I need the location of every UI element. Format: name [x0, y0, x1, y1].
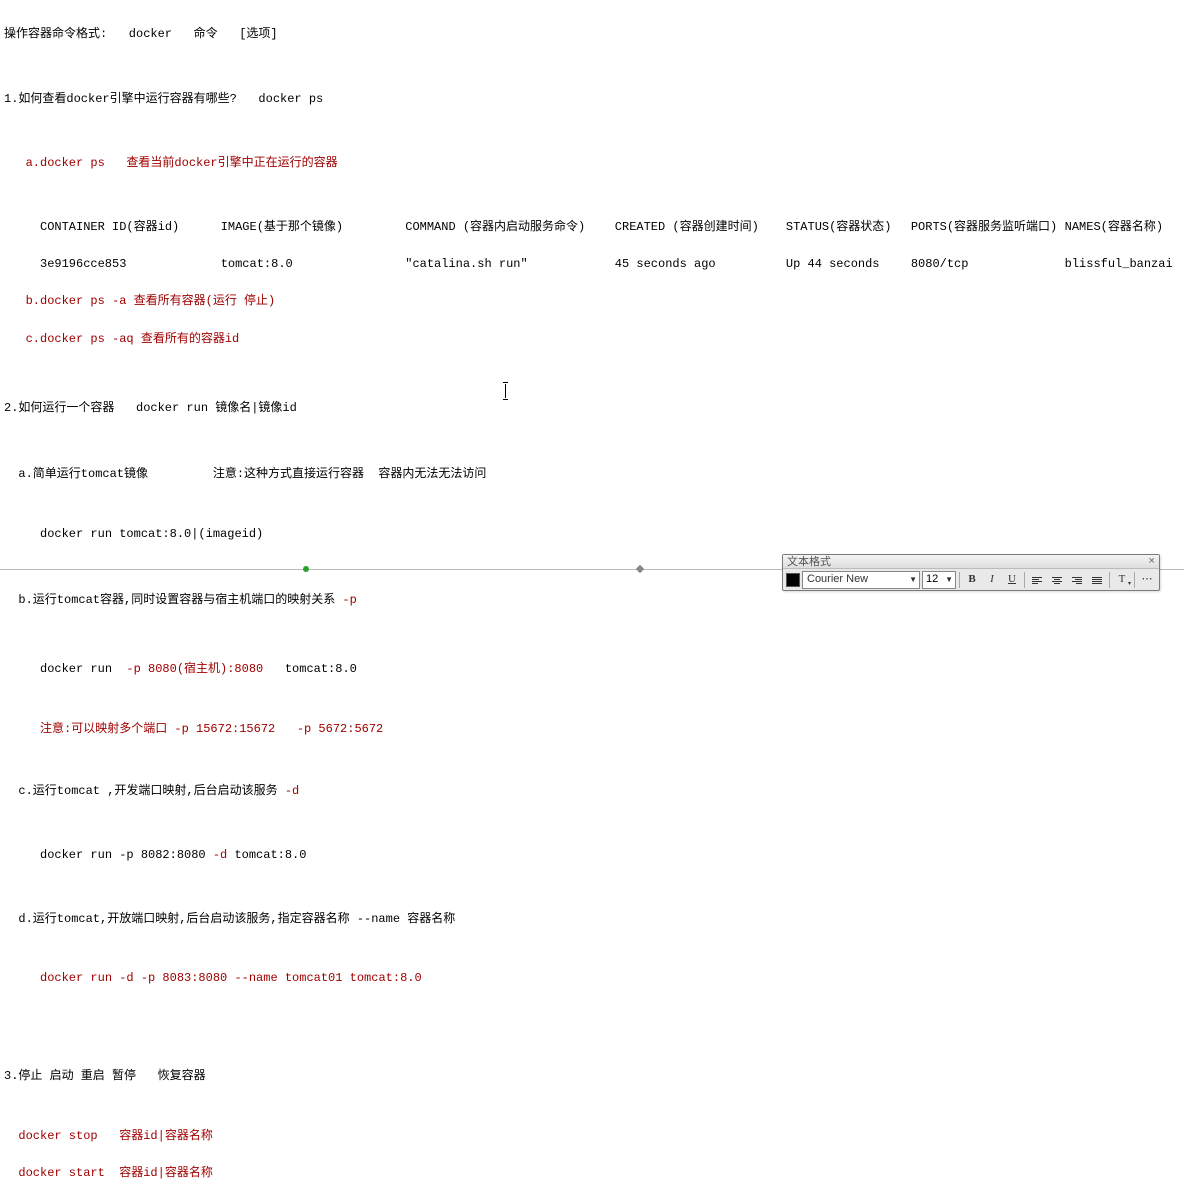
font-family-value: Courier New	[807, 571, 868, 588]
font-size-dropdown[interactable]: 12 ▼	[922, 571, 956, 589]
text-line: docker start 容器id|容器名称	[4, 1164, 1180, 1183]
separator	[959, 572, 960, 588]
text-color-button[interactable]: T▾	[1113, 571, 1131, 589]
text-line: 操作容器命令格式: docker 命令 [选项]	[4, 25, 1180, 44]
col-command: COMMAND (容器内启动服务命令)	[405, 218, 615, 237]
text-line: docker run -p 8082:8080 -d tomcat:8.0	[4, 846, 1180, 865]
text-line: c.docker ps -aq 查看所有的容器id	[4, 330, 1180, 349]
col-container-id: CONTAINER ID(容器id)	[40, 218, 221, 237]
italic-button[interactable]: I	[983, 571, 1001, 589]
ruler-marker[interactable]	[303, 566, 309, 572]
text-line: a.简单运行tomcat镜像 注意:这种方式直接运行容器 容器内无法无法访问	[4, 465, 1180, 484]
text-line: d.运行tomcat,开放端口映射,后台启动该服务,指定容器名称 --name …	[4, 910, 1180, 929]
col-status: STATUS(容器状态)	[786, 218, 911, 237]
text-line: docker run -p 8080(宿主机):8080 tomcat:8.0	[4, 660, 1180, 679]
text-format-toolbar[interactable]: 文本格式 × Courier New ▼ 12 ▼ B I U T▾ ⋯	[782, 554, 1160, 591]
text-cursor	[505, 384, 506, 398]
text-line: docker stop 容器id|容器名称	[4, 1127, 1180, 1146]
align-right-button[interactable]	[1068, 571, 1086, 589]
text-line: 3.停止 启动 重启 暂停 恢复容器	[4, 1067, 1180, 1086]
chevron-down-icon: ▼	[909, 574, 917, 586]
separator	[1024, 572, 1025, 588]
font-color-swatch[interactable]	[786, 573, 800, 587]
font-size-value: 12	[926, 571, 938, 588]
text-line: c.运行tomcat ,开发端口映射,后台启动该服务 -d	[4, 782, 1180, 801]
text-line: b.docker ps -a 查看所有容器(运行 停止)	[4, 292, 1180, 311]
bold-button[interactable]: B	[963, 571, 981, 589]
text-line: b.运行tomcat容器,同时设置容器与宿主机端口的映射关系 -p	[4, 591, 1180, 610]
toolbar-titlebar[interactable]: 文本格式 ×	[783, 555, 1159, 569]
table-row: 3e9196cce853 tomcat:8.0 "catalina.sh run…	[4, 255, 1180, 274]
font-family-dropdown[interactable]: Courier New ▼	[802, 571, 920, 589]
separator	[1134, 572, 1135, 588]
col-names: NAMES(容器名称)	[1065, 218, 1180, 237]
separator	[1109, 572, 1110, 588]
col-image: IMAGE(基于那个镜像)	[221, 218, 406, 237]
text-line: 注意:可以映射多个端口 -p 15672:15672 -p 5672:5672	[4, 720, 1180, 739]
underline-button[interactable]: U	[1003, 571, 1021, 589]
more-options-button[interactable]: ⋯	[1138, 571, 1156, 589]
table-header-row: CONTAINER ID(容器id) IMAGE(基于那个镜像) COMMAND…	[4, 218, 1180, 237]
text-line: docker run -d -p 8083:8080 --name tomcat…	[4, 969, 1180, 988]
document-body: 操作容器命令格式: docker 命令 [选项] 1.如何查看docker引擎中…	[0, 0, 1184, 1198]
chevron-down-icon: ▼	[945, 574, 953, 586]
align-left-button[interactable]	[1028, 571, 1046, 589]
toolbar-title: 文本格式	[787, 555, 831, 569]
align-center-button[interactable]	[1048, 571, 1066, 589]
close-icon[interactable]: ×	[1148, 555, 1155, 569]
text-line: docker run tomcat:8.0|(imageid)	[4, 525, 1180, 544]
align-justify-button[interactable]	[1088, 571, 1106, 589]
text-line: a.docker ps 查看当前docker引擎中正在运行的容器	[4, 154, 1180, 173]
text-line: 2.如何运行一个容器 docker run 镜像名|镜像id	[4, 399, 1180, 418]
text-line: 1.如何查看docker引擎中运行容器有哪些? docker ps	[4, 90, 1180, 109]
col-ports: PORTS(容器服务监听端口)	[911, 218, 1065, 237]
col-created: CREATED (容器创建时间)	[615, 218, 786, 237]
